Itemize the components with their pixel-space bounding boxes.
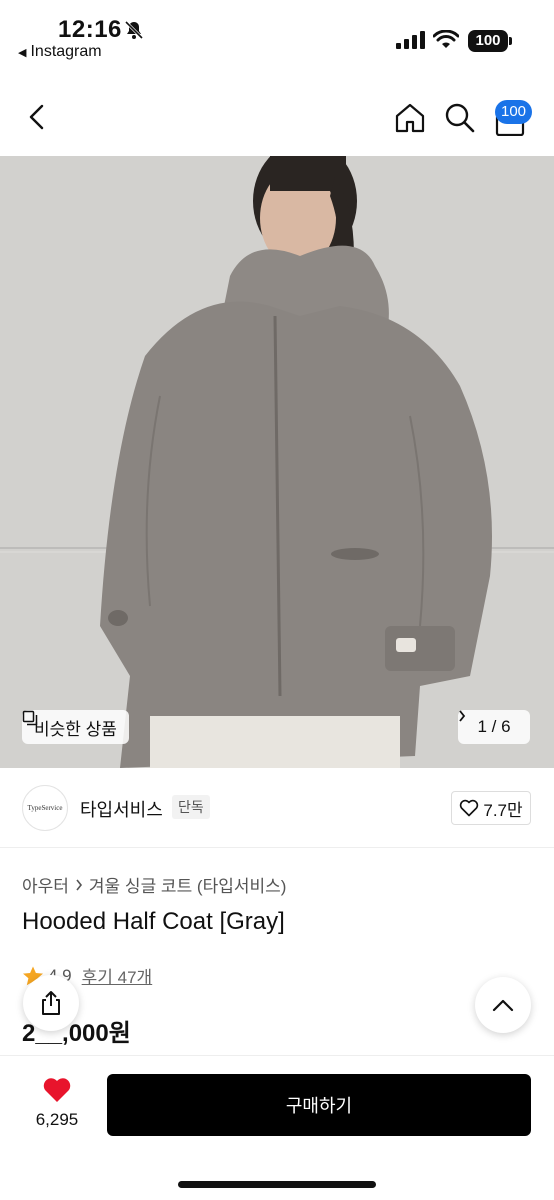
exclusive-tag: 단독 <box>172 795 210 819</box>
reviews-link[interactable]: 후기 47개 <box>82 963 153 988</box>
brand-name-link[interactable]: 타입서비스 <box>80 796 163 822</box>
wish-count: 6,295 <box>35 1110 79 1129</box>
back-triangle-icon: ◀ <box>18 46 27 59</box>
breadcrumb-item[interactable]: 아우터 <box>22 872 69 897</box>
chevron-right-icon <box>76 879 82 890</box>
heart-filled-icon[interactable] <box>42 1076 72 1104</box>
product-title: Hooded Half Coat [Gray] <box>22 908 285 935</box>
search-icon[interactable] <box>444 102 476 134</box>
breadcrumb-item[interactable]: 겨울 싱글 코트 (타입서비스) <box>89 872 287 897</box>
brand-like-count: 7.7만 <box>483 800 523 820</box>
brand-logo[interactable]: TypeService <box>22 785 68 831</box>
wifi-icon <box>433 30 459 48</box>
category-breadcrumb: 아우터 겨울 싱글 코트 (타입서비스) <box>22 872 286 897</box>
purchase-bar: 6,295 구매하기 <box>0 1055 554 1200</box>
page-indicator-text: 1 / 6 <box>477 717 511 736</box>
home-icon[interactable] <box>394 102 426 134</box>
back-arrow-icon[interactable] <box>24 102 50 132</box>
similar-products-label: 비슷한 상품 <box>34 719 117 739</box>
buy-button[interactable]: 구매하기 <box>107 1074 531 1136</box>
chevron-right-icon <box>459 710 466 722</box>
battery-nub <box>509 37 512 45</box>
similar-products-button[interactable]: 비슷한 상품 <box>22 710 129 744</box>
share-icon <box>42 991 60 1015</box>
back-app-label: Instagram <box>30 43 102 60</box>
brand-row: TypeService 타입서비스 단독 7.7만 <box>0 768 554 848</box>
product-image-carousel[interactable]: 비슷한 상품 1 / 6 <box>0 156 554 768</box>
heart-outline-icon <box>460 799 479 817</box>
back-to-app-link[interactable]: ◀ Instagram <box>18 43 102 61</box>
product-photo <box>0 156 554 768</box>
cart-count-badge: 100 <box>495 100 533 124</box>
status-bar: 12:16 ◀ Instagram 100 <box>0 0 554 72</box>
share-button[interactable] <box>23 975 79 1031</box>
image-page-indicator[interactable]: 1 / 6 <box>458 710 530 744</box>
signal-icon <box>396 31 425 49</box>
home-indicator <box>178 1181 376 1188</box>
battery-indicator: 100 <box>468 30 508 52</box>
status-time: 12:16 <box>58 16 122 43</box>
scroll-to-top-button[interactable] <box>475 977 531 1033</box>
brand-like-button[interactable]: 7.7만 <box>451 791 531 825</box>
bell-off-icon <box>124 20 144 40</box>
top-nav-bar: 100 <box>0 72 554 156</box>
chevron-up-icon <box>492 999 514 1012</box>
brand-logo-text: TypeService <box>27 804 63 812</box>
gallery-icon <box>22 710 38 726</box>
